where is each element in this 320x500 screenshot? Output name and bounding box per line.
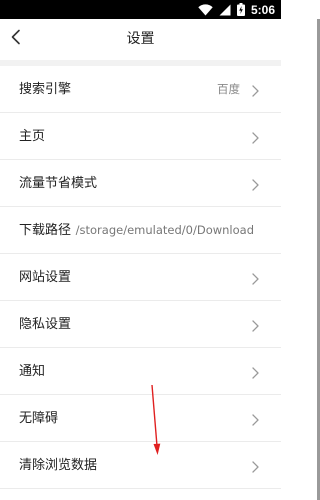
chevron-right-icon xyxy=(249,83,261,97)
settings-item-notifications[interactable]: 通知 xyxy=(0,348,281,395)
settings-item-label: 网站设置 xyxy=(19,270,72,285)
app-bar: 设置 xyxy=(0,19,281,60)
settings-item-accessibility[interactable]: 无障碍 xyxy=(0,395,281,442)
settings-item-label: 主页 xyxy=(19,129,46,144)
chevron-right-icon xyxy=(249,318,261,332)
chevron-right-icon xyxy=(249,459,261,473)
status-time: 5:06 xyxy=(250,2,275,17)
settings-item-download-path[interactable]: 下载路径 /storage/emulated/0/Download xyxy=(0,207,281,254)
chevron-right-icon xyxy=(249,177,261,191)
page-title: 设置 xyxy=(126,31,155,47)
settings-item-label: 流量节省模式 xyxy=(19,176,98,191)
settings-item-privacy[interactable]: 隐私设置 xyxy=(0,301,281,348)
settings-item-site-settings[interactable]: 网站设置 xyxy=(0,254,281,301)
chevron-right-icon xyxy=(249,130,261,144)
settings-item-data-saver[interactable]: 流量节省模式 xyxy=(0,160,281,207)
settings-item-label: 下载路径 xyxy=(19,223,72,238)
settings-item-value: 百度 xyxy=(217,82,240,96)
settings-item-clear-browsing-data[interactable]: 清除浏览数据 xyxy=(0,442,281,489)
settings-list: 搜索引擎 百度 主页 流量节省模式 下载路径 /storage/emulated… xyxy=(0,66,281,489)
chevron-right-icon xyxy=(249,365,261,379)
status-icons: 5:06 xyxy=(198,0,275,19)
wifi-icon xyxy=(198,3,213,16)
settings-item-label: 隐私设置 xyxy=(19,317,72,332)
settings-item-homepage[interactable]: 主页 xyxy=(0,113,281,160)
chevron-right-icon xyxy=(249,412,261,426)
settings-item-search-engine[interactable]: 搜索引擎 百度 xyxy=(0,66,281,113)
settings-item-label: 搜索引擎 xyxy=(19,82,72,97)
download-path-value: /storage/emulated/0/Download xyxy=(75,223,254,237)
status-bar: 5:06 xyxy=(0,0,281,19)
signal-icon xyxy=(219,4,231,16)
settings-item-label: 清除浏览数据 xyxy=(19,458,98,473)
battery-charging-icon xyxy=(236,3,245,16)
settings-item-label: 通知 xyxy=(19,364,46,379)
settings-item-label: 无障碍 xyxy=(19,411,59,426)
chevron-right-icon xyxy=(249,271,261,285)
